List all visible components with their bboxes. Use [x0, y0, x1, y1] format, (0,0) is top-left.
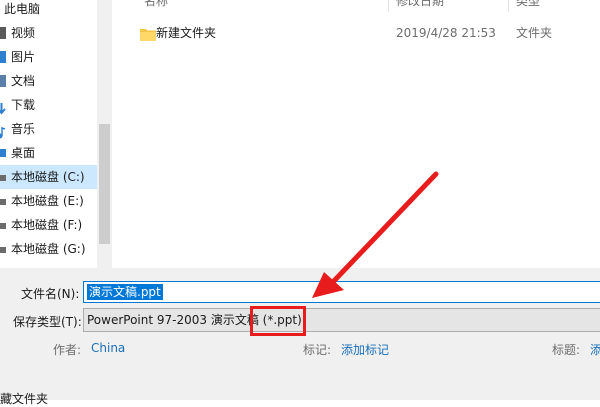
nav-item-label: 本地磁盘 (G:)	[11, 242, 86, 256]
savetype-label: 保存类型(T):	[13, 315, 82, 329]
nav-item-label: 音乐	[11, 122, 36, 136]
nav-item-label: 视频	[11, 26, 36, 40]
nav-scrollbar-thumb[interactable]	[99, 124, 110, 244]
nav-item-drive-f[interactable]: 本地磁盘 (F:)	[0, 213, 97, 237]
nav-item-label: 文档	[11, 74, 36, 88]
file-list: 名称 修改日期 类型 新建文件夹 2019/4/28 21:53 文件夹	[112, 0, 600, 268]
nav-item-documents[interactable]: 文档	[0, 69, 97, 93]
nav-item-label: 本地磁盘 (E:)	[11, 194, 84, 208]
desktop-icon	[0, 149, 6, 157]
nav-item-this-pc[interactable]: 此电脑	[0, 0, 97, 21]
title-value[interactable]: 添	[590, 341, 600, 358]
file-type: 文件夹	[516, 26, 553, 40]
folder-icon	[140, 26, 156, 41]
music-icon	[0, 123, 6, 139]
download-icon	[0, 99, 6, 115]
column-header-date[interactable]: 修改日期	[396, 0, 496, 8]
savetype-select[interactable]: PowerPoint 97-2003 演示文稿 (*.ppt)	[83, 308, 600, 332]
filename-input[interactable]: 演示文稿.ppt	[83, 281, 600, 303]
annotation-highlight-box	[250, 306, 306, 336]
tags-label: 标记:	[303, 343, 332, 357]
column-header-type[interactable]: 类型	[516, 0, 596, 8]
column-separator[interactable]	[508, 0, 509, 12]
hide-folders-label[interactable]: 藏文件夹	[0, 390, 48, 407]
column-header-name[interactable]: 名称	[144, 0, 294, 8]
nav-item-drive-g[interactable]: 本地磁盘 (G:)	[0, 237, 97, 261]
drive-icon	[0, 247, 6, 253]
nav-item-label: 本地磁盘 (F:)	[11, 218, 83, 232]
author-label: 作者:	[53, 343, 82, 357]
nav-item-pictures[interactable]: 图片	[0, 45, 97, 69]
nav-scrollbar[interactable]	[97, 0, 112, 268]
column-separator[interactable]	[388, 0, 389, 12]
drive-icon	[0, 175, 6, 181]
drive-icon	[0, 223, 6, 229]
filename-label: 文件名(N):	[21, 287, 80, 301]
drive-icon	[0, 199, 6, 205]
video-icon	[0, 27, 6, 39]
nav-item-drive-e[interactable]: 本地磁盘 (E:)	[0, 189, 97, 213]
file-date: 2019/4/28 21:53	[396, 26, 496, 40]
list-item[interactable]: 新建文件夹 2019/4/28 21:53 文件夹	[136, 22, 596, 44]
nav-item-label: 桌面	[11, 146, 36, 160]
nav-item-music[interactable]: 音乐	[0, 117, 97, 141]
nav-item-label: 图片	[11, 50, 36, 64]
picture-icon	[0, 51, 6, 63]
nav-item-desktop[interactable]: 桌面	[0, 141, 97, 165]
file-name: 新建文件夹	[156, 26, 217, 40]
author-value[interactable]: China	[91, 341, 125, 355]
navigation-pane: 此电脑 视频 图片 文档 下载 音乐 桌面 本地磁盘 (C:) 本地磁盘 (E:…	[0, 0, 112, 268]
nav-item-label: 本地磁盘 (C:)	[11, 170, 85, 184]
tags-value[interactable]: 添加标记	[341, 341, 389, 358]
title-label: 标题:	[552, 343, 581, 357]
document-icon	[0, 75, 6, 87]
nav-item-drive-c[interactable]: 本地磁盘 (C:)	[0, 165, 97, 189]
filename-value: 演示文稿.ppt	[87, 284, 163, 300]
nav-item-videos[interactable]: 视频	[0, 21, 97, 45]
nav-item-label: 下载	[11, 98, 36, 112]
nav-item-downloads[interactable]: 下载	[0, 93, 97, 117]
nav-item-label: 此电脑	[4, 2, 41, 16]
